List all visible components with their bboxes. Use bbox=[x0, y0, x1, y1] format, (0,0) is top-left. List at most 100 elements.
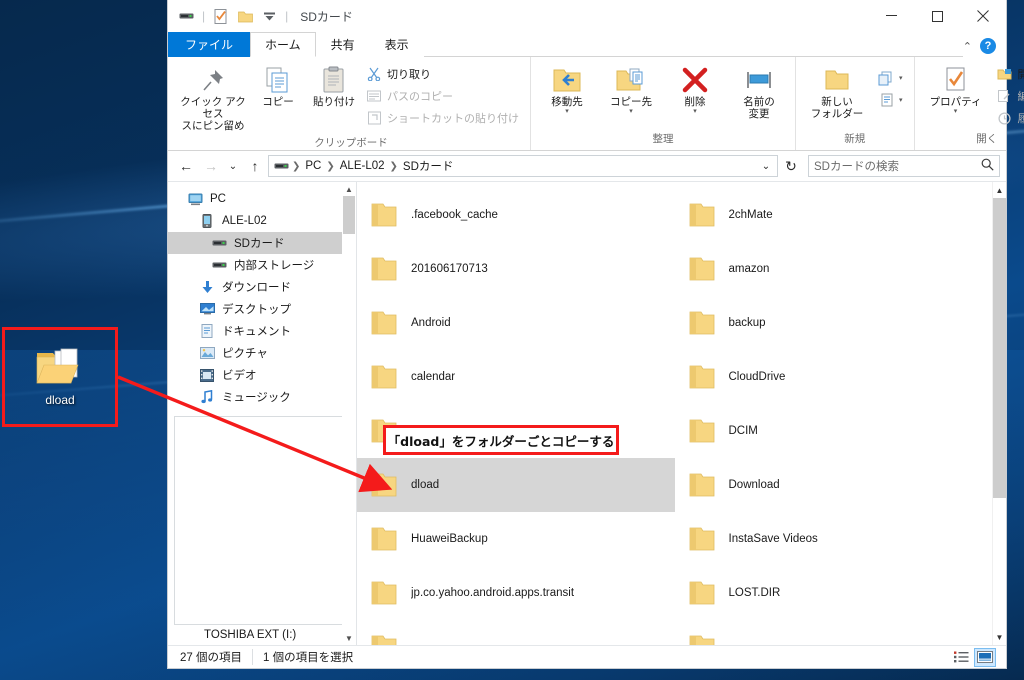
sidebar-item-label: PC bbox=[210, 193, 226, 205]
list-item[interactable]: InstaSave Videos bbox=[675, 512, 993, 566]
search-box[interactable]: SDカードの検索 bbox=[808, 155, 1000, 177]
tab-share[interactable]: 共有 bbox=[316, 32, 370, 57]
list-item[interactable]: jp.co.yahoo.android.apps.transit bbox=[357, 566, 675, 620]
delete-label: 削除 bbox=[684, 96, 706, 108]
drive-icon[interactable] bbox=[176, 6, 196, 26]
file-list-scroll-thumb[interactable] bbox=[993, 198, 1006, 498]
up-button[interactable]: ↑ bbox=[243, 154, 267, 178]
list-item[interactable]: HuaweiBackup bbox=[357, 512, 675, 566]
desktop-icon-label: dload bbox=[45, 393, 75, 407]
breadcrumb-pc[interactable]: PC bbox=[303, 160, 323, 172]
file-list-scrollbar[interactable]: ▲ ▼ bbox=[992, 182, 1006, 645]
sidebar-item-music[interactable]: ミュージック bbox=[168, 386, 356, 408]
sidebar-item-ale-l02[interactable]: ALE-L02 bbox=[168, 210, 356, 232]
open-group-title: 開く bbox=[976, 133, 998, 145]
file-list[interactable]: .facebook_cache 201606170713 Android cal… bbox=[357, 182, 1006, 645]
list-item[interactable]: amazon bbox=[675, 242, 993, 296]
list-item[interactable]: 2chMate bbox=[675, 188, 993, 242]
scroll-up-icon[interactable]: ▲ bbox=[342, 182, 356, 196]
delete-caret-icon[interactable]: ▾ bbox=[693, 108, 697, 116]
address-dropdown-button[interactable]: ⌄ bbox=[757, 154, 775, 178]
close-button[interactable] bbox=[960, 0, 1006, 32]
search-input[interactable]: SDカードの検索 bbox=[814, 158, 981, 174]
sidebar-item-videos[interactable]: ビデオ bbox=[168, 364, 356, 386]
sidebar-item-label: ミュージック bbox=[222, 392, 291, 404]
customize-qat-icon[interactable] bbox=[259, 6, 279, 26]
sidebar-item-sdcard[interactable]: SDカード bbox=[168, 232, 356, 254]
sidebar-item-internal-storage[interactable]: 内部ストレージ bbox=[168, 254, 356, 276]
breadcrumb-sdcard[interactable]: SDカード bbox=[401, 158, 455, 174]
move-to-button[interactable]: 移動先 ▾ bbox=[536, 61, 598, 119]
copy-path-button[interactable]: パスのコピー bbox=[363, 85, 525, 107]
list-item[interactable]: backup bbox=[675, 296, 993, 350]
list-item[interactable]: Android bbox=[357, 296, 675, 350]
list-item[interactable]: 201606170713 bbox=[357, 242, 675, 296]
forward-button[interactable]: → bbox=[199, 154, 223, 178]
sidebar-scrollbar[interactable]: ▲ ▼ bbox=[342, 182, 356, 645]
list-item[interactable]: DCIM bbox=[675, 404, 993, 458]
ribbon-collapse-icon[interactable]: ⌃ bbox=[963, 40, 972, 53]
sidebar-item-documents[interactable]: ドキュメント bbox=[168, 320, 356, 342]
delete-button[interactable]: 削除 ▾ bbox=[664, 61, 726, 119]
desktop-icon-dload[interactable]: dload bbox=[2, 327, 118, 427]
sidebar-item-pc[interactable]: PC bbox=[168, 188, 356, 210]
list-item[interactable]: Download bbox=[675, 458, 993, 512]
properties-icon[interactable] bbox=[211, 6, 231, 26]
new-folder-button[interactable]: 新しい フォルダー bbox=[801, 61, 873, 123]
list-item[interactable] bbox=[675, 620, 993, 645]
open-button[interactable]: 開く ▾ bbox=[994, 63, 1024, 85]
help-icon[interactable]: ? bbox=[980, 38, 996, 54]
tab-file[interactable]: ファイル bbox=[168, 32, 251, 57]
sidebar-scroll-thumb[interactable] bbox=[343, 196, 355, 234]
list-item[interactable]: LOST.DIR bbox=[675, 566, 993, 620]
edit-button[interactable]: 編集 bbox=[994, 85, 1024, 107]
copy-button[interactable]: コピー bbox=[251, 61, 305, 111]
folder-icon bbox=[369, 526, 399, 552]
scroll-up-icon[interactable]: ▲ bbox=[993, 182, 1006, 198]
annotation-callout: 「dload」をフォルダーごとコピーする bbox=[383, 425, 619, 455]
history-button[interactable]: 履歴 bbox=[994, 107, 1024, 129]
address-bar[interactable]: ❯ PC ❯ ALE-L02 ❯ SDカード ⌄ bbox=[268, 155, 778, 177]
list-item[interactable]: .facebook_cache bbox=[357, 188, 675, 242]
refresh-button[interactable]: ↻ bbox=[779, 154, 803, 178]
tab-view[interactable]: 表示 bbox=[370, 32, 424, 57]
list-item-dload[interactable]: dload bbox=[357, 458, 675, 512]
scroll-down-icon[interactable]: ▼ bbox=[342, 631, 356, 645]
maximize-button[interactable] bbox=[914, 0, 960, 32]
details-view-button[interactable] bbox=[950, 648, 972, 667]
tab-home[interactable]: ホーム bbox=[250, 32, 316, 57]
list-item[interactable]: CloudDrive bbox=[675, 350, 993, 404]
paste-button[interactable]: 貼り付け bbox=[307, 61, 361, 111]
large-icons-view-button[interactable] bbox=[974, 647, 996, 667]
ribbon-group-clipboard: クイック アクセス スにピン留め コピー 貼り付け 切り取り パスのコピー ショ… bbox=[172, 57, 531, 150]
move-to-caret-icon[interactable]: ▾ bbox=[565, 108, 569, 116]
cut-button[interactable]: 切り取り bbox=[363, 63, 525, 85]
pin-to-quick-access-button[interactable]: クイック アクセス スにピン留め bbox=[177, 61, 249, 135]
easy-access-caret-icon[interactable]: ▾ bbox=[899, 96, 903, 104]
breadcrumb-ale-l02[interactable]: ALE-L02 bbox=[338, 160, 387, 172]
sidebar-item-pictures[interactable]: ピクチャ bbox=[168, 342, 356, 364]
recent-locations-button[interactable]: ⌄ bbox=[224, 154, 242, 178]
minimize-button[interactable] bbox=[868, 0, 914, 32]
new-item-caret-icon[interactable]: ▾ bbox=[899, 74, 903, 82]
new-folder-icon[interactable] bbox=[235, 6, 255, 26]
file-name: calendar bbox=[411, 371, 456, 383]
dload-folder-icon bbox=[35, 347, 85, 387]
window-title: SDカード bbox=[300, 9, 353, 24]
copy-to-button[interactable]: コピー先 ▾ bbox=[600, 61, 662, 119]
copy-to-caret-icon[interactable]: ▾ bbox=[629, 108, 633, 116]
properties-caret-icon[interactable]: ▾ bbox=[954, 108, 958, 116]
list-item[interactable] bbox=[357, 620, 675, 645]
back-button[interactable]: ← bbox=[174, 154, 198, 178]
scroll-down-icon[interactable]: ▼ bbox=[993, 629, 1006, 645]
sidebar-item-downloads[interactable]: ダウンロード bbox=[168, 276, 356, 298]
file-name: LOST.DIR bbox=[728, 587, 781, 599]
list-item[interactable]: calendar bbox=[357, 350, 675, 404]
properties-button[interactable]: プロパティ ▾ bbox=[920, 61, 992, 119]
sidebar-item-desktop[interactable]: デスクトップ bbox=[168, 298, 356, 320]
new-item-button[interactable]: ▾ bbox=[875, 67, 909, 89]
sidebar-footer-item[interactable]: TOSHIBA EXT (I:) bbox=[168, 629, 356, 645]
easy-access-button[interactable]: ▾ bbox=[875, 89, 909, 111]
paste-shortcut-button[interactable]: ショートカットの貼り付け bbox=[363, 107, 525, 129]
rename-button[interactable]: 名前の 変更 bbox=[728, 61, 790, 123]
